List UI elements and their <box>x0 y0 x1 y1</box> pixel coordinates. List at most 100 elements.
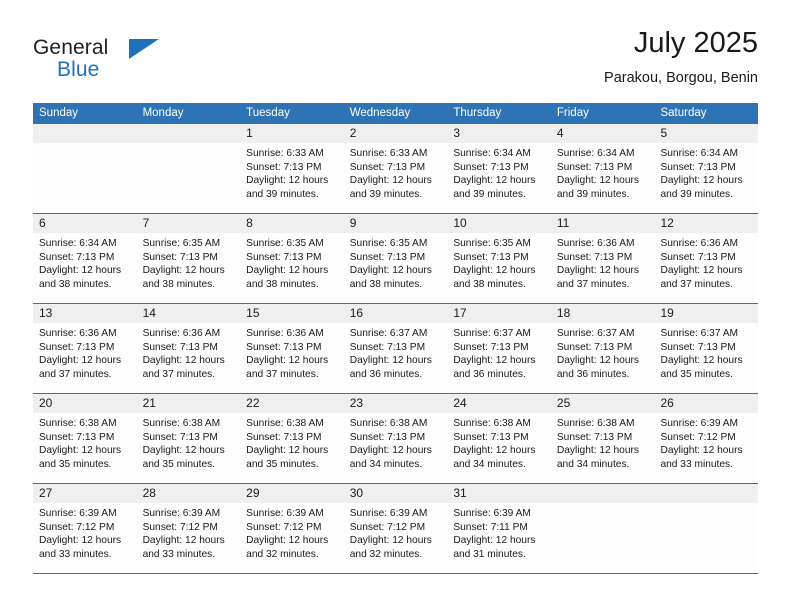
day-number: 18 <box>556 306 571 320</box>
day-cell-20[interactable]: 20 Sunrise: 6:38 AM Sunset: 7:13 PM Dayligh… <box>33 394 137 483</box>
day-sun-info: Sunrise: 6:38 AM Sunset: 7:13 PM Daylight:… <box>447 413 551 471</box>
sunrise-text: Sunrise: 6:35 AM <box>453 238 531 249</box>
day-cell-23[interactable]: 23 Sunrise: 6:38 AM Sunset: 7:13 PM Dayligh… <box>343 394 448 483</box>
sunset-text: Sunset: 7:13 PM <box>660 161 736 173</box>
daylight-text: Daylight: 12 hours and 37 minutes. <box>660 265 743 290</box>
day-cell-9[interactable]: 9 Sunrise: 6:35 AM Sunset: 7:13 PM Daylight… <box>343 214 448 303</box>
day-cell-29[interactable]: 29 Sunrise: 6:39 AM Sunset: 7:12 PM Dayligh… <box>240 484 344 573</box>
day-cell-15[interactable]: 15 Sunrise: 6:36 AM Sunset: 7:13 PM Dayligh… <box>240 304 344 393</box>
calendar-page: General Blue July 2025 Parakou, Borgou, … <box>0 0 792 612</box>
day-sun-info: Sunrise: 6:37 AM Sunset: 7:13 PM Daylight:… <box>551 323 655 381</box>
sunset-text: Sunset: 7:13 PM <box>142 341 218 353</box>
day-cell-3[interactable]: 3 Sunrise: 6:34 AM Sunset: 7:13 PM Daylight… <box>447 124 551 213</box>
daylight-text: Daylight: 12 hours and 38 minutes. <box>453 265 536 290</box>
day-number-band: 21 <box>136 394 241 413</box>
sunset-text: Sunset: 7:13 PM <box>39 431 115 443</box>
day-sun-info: Sunrise: 6:39 AM Sunset: 7:11 PM Daylight:… <box>447 503 551 561</box>
day-number: 6 <box>39 216 46 230</box>
day-cell-18[interactable]: 18 Sunrise: 6:37 AM Sunset: 7:13 PM Dayligh… <box>550 304 655 393</box>
day-sun-info: Sunrise: 6:34 AM Sunset: 7:13 PM Daylight:… <box>33 233 137 291</box>
page-subtitle: Parakou, Borgou, Benin <box>604 69 758 86</box>
sunset-text: Sunset: 7:13 PM <box>349 431 426 443</box>
day-cell-19[interactable]: 19 Sunrise: 6:37 AM Sunset: 7:13 PM Dayligh… <box>654 304 759 393</box>
day-cell-26[interactable]: 26 Sunrise: 6:39 AM Sunset: 7:12 PM Dayligh… <box>654 394 759 483</box>
day-number-band: 24 <box>447 394 551 413</box>
daylight-text: Daylight: 12 hours and 38 minutes. <box>39 265 122 290</box>
sunrise-text: Sunrise: 6:34 AM <box>556 148 635 159</box>
day-cell-10[interactable]: 10 Sunrise: 6:35 AM Sunset: 7:13 PM Dayligh… <box>447 214 551 303</box>
calendar-week-row: 13 Sunrise: 6:36 AM Sunset: 7:13 PM Dayligh… <box>33 303 759 393</box>
day-cell-14[interactable]: 14 Sunrise: 6:36 AM Sunset: 7:13 PM Dayligh… <box>136 304 241 393</box>
day-cell-6[interactable]: 6 Sunrise: 6:34 AM Sunset: 7:13 PM Daylight… <box>33 214 137 303</box>
day-number-band: 2 <box>343 124 448 143</box>
daylight-text: Daylight: 12 hours and 34 minutes. <box>349 445 432 470</box>
day-sun-info: Sunrise: 6:36 AM Sunset: 7:13 PM Daylight:… <box>654 233 758 291</box>
sunrise-text: Sunrise: 6:39 AM <box>142 508 221 519</box>
day-number: 25 <box>556 396 571 410</box>
sunrise-text: Sunrise: 6:38 AM <box>556 418 635 429</box>
logo-triangle-icon <box>129 39 159 59</box>
day-cell-1[interactable]: 1 Sunrise: 6:33 AM Sunset: 7:13 PM Daylight… <box>240 124 344 213</box>
day-number: 5 <box>660 126 668 140</box>
daylight-text: Daylight: 12 hours and 39 minutes. <box>246 175 329 200</box>
day-number-band: 25 <box>550 394 655 413</box>
day-number-band: 4 <box>550 124 655 143</box>
sunrise-text: Sunrise: 6:37 AM <box>453 328 531 339</box>
day-number: 1 <box>246 126 253 140</box>
day-cell-13[interactable]: 13 Sunrise: 6:36 AM Sunset: 7:13 PM Dayligh… <box>33 304 137 393</box>
day-number: 29 <box>246 486 260 500</box>
day-number: 3 <box>453 126 460 140</box>
day-cell-16[interactable]: 16 Sunrise: 6:37 AM Sunset: 7:13 PM Dayligh… <box>343 304 448 393</box>
day-number-band: 23 <box>343 394 448 413</box>
day-sun-info: Sunrise: 6:39 AM Sunset: 7:12 PM Daylight:… <box>33 503 137 561</box>
day-cell-21[interactable]: 21 Sunrise: 6:38 AM Sunset: 7:13 PM Dayligh… <box>136 394 241 483</box>
day-number: 15 <box>246 306 260 320</box>
day-cell-5[interactable]: 5 Sunrise: 6:34 AM Sunset: 7:13 PM Daylight… <box>654 124 759 213</box>
day-sun-info: Sunrise: 6:34 AM Sunset: 7:13 PM Daylight:… <box>654 143 758 201</box>
day-cell-25[interactable]: 25 Sunrise: 6:38 AM Sunset: 7:13 PM Dayligh… <box>550 394 655 483</box>
sunset-text: Sunset: 7:13 PM <box>349 161 426 173</box>
day-sun-info: Sunrise: 6:35 AM Sunset: 7:13 PM Daylight:… <box>344 233 448 291</box>
day-number-band <box>136 124 241 143</box>
day-sun-info: Sunrise: 6:33 AM Sunset: 7:13 PM Daylight:… <box>344 143 448 201</box>
sunrise-text: Sunrise: 6:36 AM <box>142 328 221 339</box>
sunset-text: Sunset: 7:13 PM <box>39 341 115 353</box>
day-cell-24[interactable]: 24 Sunrise: 6:38 AM Sunset: 7:13 PM Dayligh… <box>447 394 551 483</box>
daylight-text: Daylight: 12 hours and 37 minutes. <box>246 355 329 380</box>
daylight-text: Daylight: 12 hours and 37 minutes. <box>142 355 225 380</box>
day-cell-12[interactable]: 12 Sunrise: 6:36 AM Sunset: 7:13 PM Dayligh… <box>654 214 759 303</box>
general-blue-logo[interactable]: General Blue <box>33 36 233 88</box>
day-sun-info: Sunrise: 6:35 AM Sunset: 7:13 PM Daylight:… <box>240 233 344 291</box>
day-number: 21 <box>142 396 156 410</box>
day-cell-11[interactable]: 11 Sunrise: 6:36 AM Sunset: 7:13 PM Dayligh… <box>550 214 655 303</box>
sunset-text: Sunset: 7:13 PM <box>556 341 633 353</box>
day-number: 2 <box>349 126 357 140</box>
day-cell-31[interactable]: 31 Sunrise: 6:39 AM Sunset: 7:11 PM Dayligh… <box>447 484 551 573</box>
sunset-text: Sunset: 7:13 PM <box>453 251 529 263</box>
weekday-header-monday: Monday <box>142 107 184 119</box>
sunrise-text: Sunrise: 6:38 AM <box>39 418 117 429</box>
day-cell-2[interactable]: 2 Sunrise: 6:33 AM Sunset: 7:13 PM Daylight… <box>343 124 448 213</box>
day-number-band: 10 <box>447 214 551 233</box>
logo-text-general: General <box>33 36 109 59</box>
day-number: 7 <box>142 216 150 230</box>
daylight-text: Daylight: 12 hours and 38 minutes. <box>246 265 329 290</box>
sunrise-text: Sunrise: 6:39 AM <box>453 508 531 519</box>
day-number-band: 26 <box>654 394 759 413</box>
day-cell-28[interactable]: 28 Sunrise: 6:39 AM Sunset: 7:12 PM Dayligh… <box>136 484 241 573</box>
daylight-text: Daylight: 12 hours and 39 minutes. <box>349 175 432 200</box>
day-cell-8[interactable]: 8 Sunrise: 6:35 AM Sunset: 7:13 PM Daylight… <box>240 214 344 303</box>
day-cell-22[interactable]: 22 Sunrise: 6:38 AM Sunset: 7:13 PM Dayligh… <box>240 394 344 483</box>
day-sun-info: Sunrise: 6:38 AM Sunset: 7:13 PM Daylight:… <box>33 413 137 471</box>
sunset-text: Sunset: 7:13 PM <box>39 251 115 263</box>
day-number: 11 <box>556 216 570 230</box>
day-number: 12 <box>660 216 674 230</box>
day-cell-27[interactable]: 27 Sunrise: 6:39 AM Sunset: 7:12 PM Dayligh… <box>33 484 137 573</box>
day-sun-info: Sunrise: 6:36 AM Sunset: 7:13 PM Daylight:… <box>33 323 137 381</box>
day-cell-7[interactable]: 7 Sunrise: 6:35 AM Sunset: 7:13 PM Daylight… <box>136 214 241 303</box>
day-cell-17[interactable]: 17 Sunrise: 6:37 AM Sunset: 7:13 PM Dayligh… <box>447 304 551 393</box>
day-number: 20 <box>39 396 53 410</box>
day-cell-30[interactable]: 30 Sunrise: 6:39 AM Sunset: 7:12 PM Dayligh… <box>343 484 448 573</box>
day-cell-4[interactable]: 4 Sunrise: 6:34 AM Sunset: 7:13 PM Daylight… <box>550 124 655 213</box>
sunrise-text: Sunrise: 6:39 AM <box>39 508 117 519</box>
